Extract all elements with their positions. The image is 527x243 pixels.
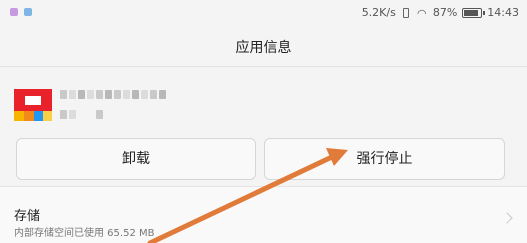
status-bar: 5.2K/s ◠ 87% 14:43 xyxy=(0,0,527,26)
battery-level xyxy=(464,10,479,16)
notification-icon xyxy=(10,8,18,16)
force-stop-button[interactable]: 强行停止 xyxy=(264,138,505,180)
clock: 14:43 xyxy=(487,6,519,19)
wifi-icon: ◠ xyxy=(417,6,427,20)
battery-icon xyxy=(462,8,486,18)
uninstall-button[interactable]: 卸载 xyxy=(16,138,256,180)
status-indicators: 5.2K/s ◠ 87% 14:43 xyxy=(362,6,519,20)
app-version-blurred xyxy=(60,110,103,119)
app-name-blurred xyxy=(60,90,166,99)
storage-title: 存储 xyxy=(14,209,41,224)
chevron-right-icon xyxy=(501,212,513,224)
storage-detail: 内部存储空间已使用 65.52 MB xyxy=(14,228,155,239)
app-info-section xyxy=(0,66,527,132)
battery-percent: 87% xyxy=(432,6,458,19)
title-bar: 应用信息 xyxy=(0,26,527,67)
storage-row[interactable]: 存储 内部存储空间已使用 65.52 MB xyxy=(0,187,527,243)
page-title: 应用信息 xyxy=(235,40,292,56)
app-icon xyxy=(14,89,52,127)
network-speed: 5.2K/s xyxy=(361,6,396,19)
notification-icon xyxy=(24,8,32,16)
vibrate-icon xyxy=(401,7,411,19)
